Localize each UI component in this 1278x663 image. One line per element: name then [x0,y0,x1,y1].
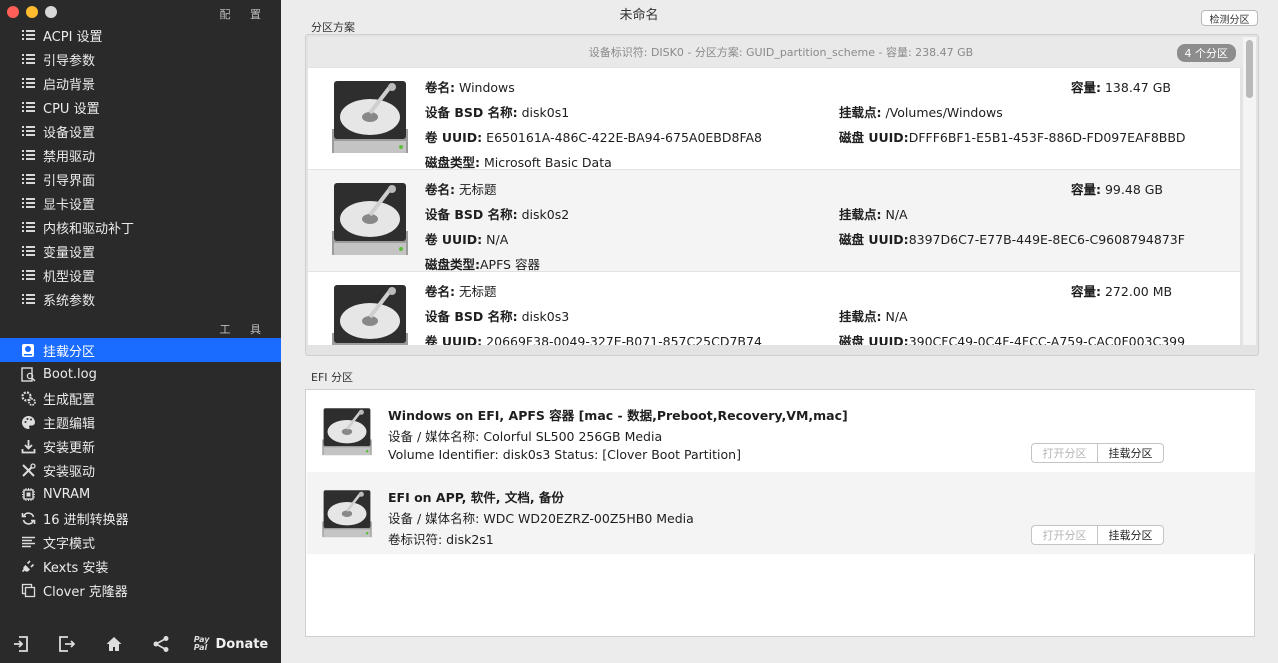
list-icon [20,99,36,115]
efi-media-name: 设备 / 媒体名称: Colorful SL500 256GB Media [388,429,663,444]
partition-list: 卷名: Windows 设备 BSD 名称: disk0s1 卷 UUID: E… [308,68,1240,345]
sidebar-item-acpi[interactable]: ACPI 设置 [0,23,281,47]
mount-partition-button[interactable]: 挂载分区 [1098,526,1163,544]
sidebar-item-system-parameters[interactable]: 系统参数 [0,287,281,311]
import-icon [14,636,28,652]
list-icon [20,219,36,235]
refresh-icon [20,510,36,526]
efi-title: EFI on APP, 软件, 文档, 备份 [388,490,564,505]
list-icon [20,267,36,283]
list-icon [20,51,36,67]
export-icon [59,636,75,652]
list-icon [20,27,36,43]
hard-drive-icon [332,81,408,153]
partition-count-badge: 4 个分区 [1176,44,1236,62]
efi-title: Windows on EFI, APFS 容器 [mac - 数据,Preboo… [388,408,848,423]
list-icon [20,291,36,307]
sidebar-item-variables[interactable]: 变量设置 [0,239,281,263]
efi-volume-identifier: 卷标识符: disk2s1 [388,532,494,547]
config-nav: ACPI 设置 引导参数 启动背景 CPU 设置 设备设置 禁用驱动 引导界面 … [0,23,281,311]
partition-row[interactable]: 卷名: 无标题 设备 BSD 名称: disk0s3 卷 UUID: 20669… [308,272,1240,345]
zoom-window-button[interactable] [45,6,57,18]
list-icon [20,195,36,211]
mount-partition-button[interactable]: 挂载分区 [1098,444,1163,462]
sidebar-item-devices[interactable]: 设备设置 [0,119,281,143]
sidebar-item-boot-graphics[interactable]: 启动背景 [0,71,281,95]
list-icon [20,243,36,259]
partition-row[interactable]: 卷名: Windows 设备 BSD 名称: disk0s1 卷 UUID: E… [308,68,1240,170]
sidebar-item-clover-cloner[interactable]: Clover 克隆器 [0,578,281,602]
partition-scheme-box: 设备标识符: DISK0 - 分区方案: GUID_partition_sche… [305,34,1259,356]
home-button[interactable] [92,625,136,663]
hard-drive-icon [322,490,372,538]
open-partition-button[interactable]: 打开分区 [1032,526,1098,544]
partition-row[interactable]: 卷名: 无标题 设备 BSD 名称: disk0s2 卷 UUID: N/A 磁… [308,170,1240,272]
efi-row[interactable]: EFI on APP, 软件, 文档, 备份 设备 / 媒体名称: WDC WD… [307,472,1255,554]
text-icon [20,534,36,550]
sidebar-item-install-updates[interactable]: 安装更新 [0,434,281,458]
window-controls [7,6,57,18]
hard-drive-icon [332,285,408,345]
tools-section-header: 工 具 [219,323,269,336]
partition-list-scrollbar[interactable] [1246,40,1253,98]
efi-row[interactable]: Windows on EFI, APFS 容器 [mac - 数据,Preboo… [307,390,1255,472]
sidebar-item-generate-config[interactable]: 生成配置 [0,386,281,410]
home-icon [106,637,122,651]
sidebar-item-boot-log[interactable]: Boot.log [0,362,281,386]
partition-scheme-header: 设备标识符: DISK0 - 分区方案: GUID_partition_sche… [308,37,1254,67]
disk-icon [20,342,36,358]
share-button[interactable] [136,625,186,663]
log-search-icon [20,366,36,382]
config-section-header: 配 置 [219,8,269,21]
list-icon [20,123,36,139]
sidebar-item-cpu[interactable]: CPU 设置 [0,95,281,119]
partition-list-scrollbar-track[interactable] [1243,37,1256,345]
sidebar-item-theme-editor[interactable]: 主题编辑 [0,410,281,434]
download-icon [20,438,36,454]
sidebar-item-mount-partition[interactable]: 挂载分区 [0,338,281,362]
sidebar-item-graphics[interactable]: 显卡设置 [0,191,281,215]
sidebar-item-boot-args[interactable]: 引导参数 [0,47,281,71]
open-partition-button[interactable]: 打开分区 [1032,444,1098,462]
export-button[interactable] [40,625,92,663]
detect-partitions-button[interactable]: 检测分区 [1201,10,1258,26]
sidebar-item-kernel-patches[interactable]: 内核和驱动补丁 [0,215,281,239]
sidebar-item-nvram[interactable]: NVRAM [0,482,281,506]
plug-icon [20,558,36,574]
list-icon [20,75,36,91]
sidebar-item-smbios[interactable]: 机型设置 [0,263,281,287]
efi-media-name: 设备 / 媒体名称: WDC WD20EZRZ-00Z5HB0 Media [388,511,694,526]
efi-actions: 打开分区 挂载分区 [1031,443,1164,463]
close-window-button[interactable] [7,6,19,18]
sidebar-item-hex-converter[interactable]: 16 进制转换器 [0,506,281,530]
copy-icon [20,582,36,598]
tools-icon [20,462,36,478]
share-icon [153,636,169,652]
chip-icon [20,486,36,502]
sidebar: 配 置 ACPI 设置 引导参数 启动背景 CPU 设置 设备设置 禁用驱动 引… [0,0,281,663]
hard-drive-icon [322,408,372,456]
tools-nav: 挂载分区 Boot.log 生成配置 主题编辑 安装更新 安装驱动 NVRAM … [0,338,281,602]
paypal-icon: Pay Pal [193,635,210,652]
sidebar-item-text-mode[interactable]: 文字模式 [0,530,281,554]
partition-scheme-label: 分区方案 [311,21,355,34]
import-button[interactable] [2,625,40,663]
efi-actions: 打开分区 挂载分区 [1031,525,1164,545]
efi-partition-list: Windows on EFI, APFS 容器 [mac - 数据,Preboo… [305,389,1255,637]
list-icon [20,147,36,163]
minimize-window-button[interactable] [26,6,38,18]
sidebar-item-disable-drivers[interactable]: 禁用驱动 [0,143,281,167]
efi-partitions-label: EFI 分区 [311,371,354,384]
palette-icon [20,414,36,430]
donate-button[interactable]: Pay Pal Donate [186,625,276,663]
window-title: 未命名 [619,8,659,23]
sidebar-item-kexts-install[interactable]: Kexts 安装 [0,554,281,578]
gears-icon [20,390,36,406]
sidebar-item-gui[interactable]: 引导界面 [0,167,281,191]
hard-drive-icon [332,183,408,255]
efi-volume-identifier: Volume Identifier: disk0s3 Status: [Clov… [388,447,741,462]
list-icon [20,171,36,187]
sidebar-item-install-drivers[interactable]: 安装驱动 [0,458,281,482]
sidebar-bottom-bar: Pay Pal Donate [0,625,281,663]
